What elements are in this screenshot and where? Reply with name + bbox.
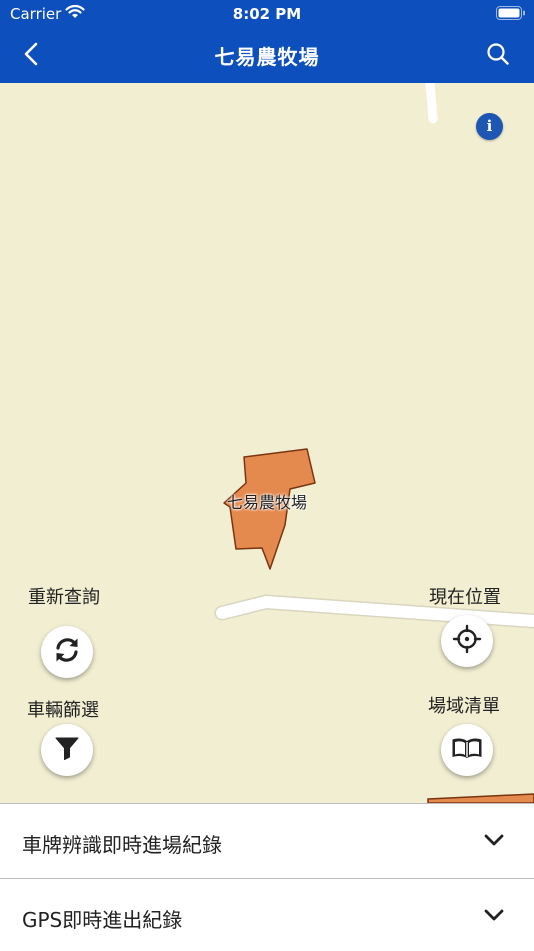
locate-button[interactable] [441, 615, 493, 667]
panel-label: GPS即時進出紀錄 [22, 908, 183, 932]
list-button[interactable] [441, 724, 493, 776]
chevron-down-icon[interactable] [484, 907, 504, 921]
chevron-down-icon[interactable] [484, 832, 504, 846]
filter-button[interactable] [41, 724, 93, 776]
locate-label: 現在位置 [429, 587, 501, 608]
status-time: 8:02 PM [232, 5, 302, 23]
farm-area-partial [427, 793, 534, 803]
map-view[interactable]: i 七易農牧場 重新查詢 現在位置 車輛篩選 場域清單 [0, 83, 534, 803]
page-title: 七易農牧場 [214, 45, 320, 69]
filter-label: 車輛篩選 [27, 700, 99, 721]
info-icon[interactable]: i [476, 113, 503, 140]
list-label: 場域清單 [428, 696, 500, 717]
status-bar: Carrier 8:02 PM [0, 0, 534, 28]
panel-label: 車牌辨識即時進場紀錄 [22, 833, 222, 857]
filter-icon [54, 735, 80, 765]
search-icon[interactable] [486, 42, 510, 66]
road-north [425, 83, 438, 124]
book-icon [451, 736, 483, 764]
top-bar: Carrier 8:02 PM 七易農牧場 [0, 0, 534, 83]
plate-entry-panel[interactable]: 車牌辨識即時進場紀錄 [0, 803, 534, 879]
refresh-label: 重新查詢 [28, 587, 100, 608]
battery-icon [496, 6, 526, 24]
farm-label[interactable]: 七易農牧場 [214, 489, 320, 513]
gps-record-panel[interactable]: GPS即時進出紀錄 [0, 878, 534, 951]
crosshair-icon [452, 624, 482, 658]
refresh-button[interactable] [41, 626, 93, 678]
refresh-icon [52, 635, 82, 669]
